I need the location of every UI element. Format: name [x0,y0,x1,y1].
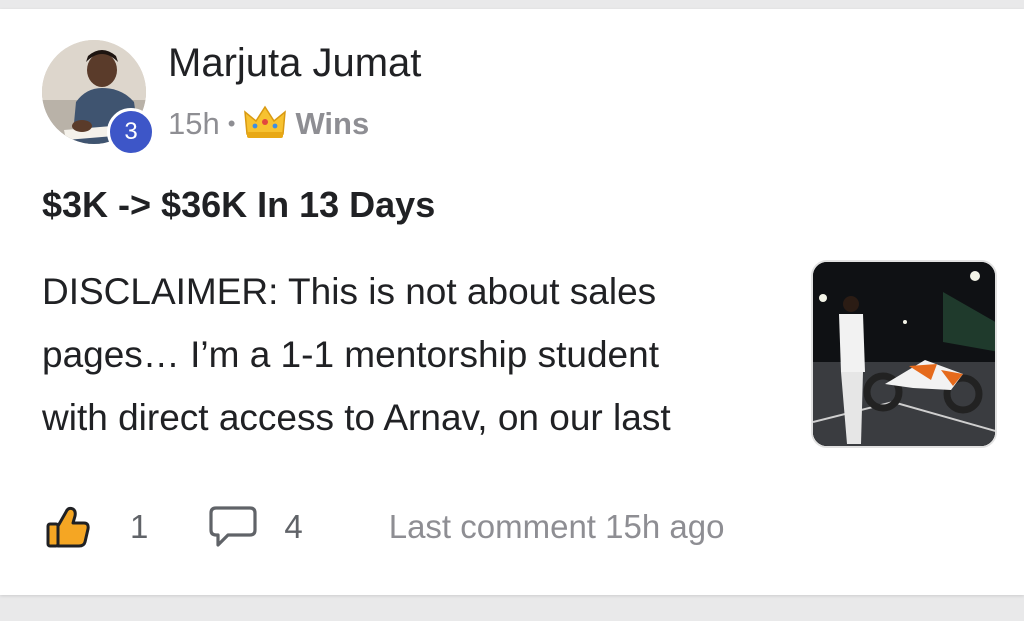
post-card[interactable]: 3 Marjuta Jumat 15h • Wins $3K -> $36K I… [0,9,1024,595]
like-count: 1 [130,508,149,545]
author-name[interactable]: Marjuta Jumat [168,41,421,86]
crown-icon [243,104,287,145]
last-comment-time: Last comment 15h ago [388,508,725,545]
meta-separator: • [227,111,236,136]
post-excerpt[interactable]: DISCLAIMER: This is not about sales page… [42,260,782,449]
excerpt-line: DISCLAIMER: This is not about sales [42,271,657,312]
level-badge: 3 [107,108,155,156]
post-thumbnail[interactable] [811,260,997,448]
comment-bubble-icon [209,506,257,547]
post-actions: 1 4 Last comment 15h ago [44,499,724,555]
post-time: 15h [168,106,220,141]
motorcycle-photo [813,262,995,446]
comment-count: 4 [284,508,303,545]
excerpt-line: pages… I’m a 1-1 mentorship student [42,334,659,375]
post-category[interactable]: Wins [295,106,369,142]
post-meta: 15h • Wins [168,104,369,144]
thumbs-up-icon [46,506,90,548]
post-title[interactable]: $3K -> $36K In 13 Days [42,184,435,226]
excerpt-line: with direct access to Arnav, on our last [42,397,671,438]
comment-button[interactable]: 4 [208,504,303,550]
like-button[interactable]: 1 [44,504,148,550]
author-avatar-group[interactable]: 3 [42,40,155,156]
